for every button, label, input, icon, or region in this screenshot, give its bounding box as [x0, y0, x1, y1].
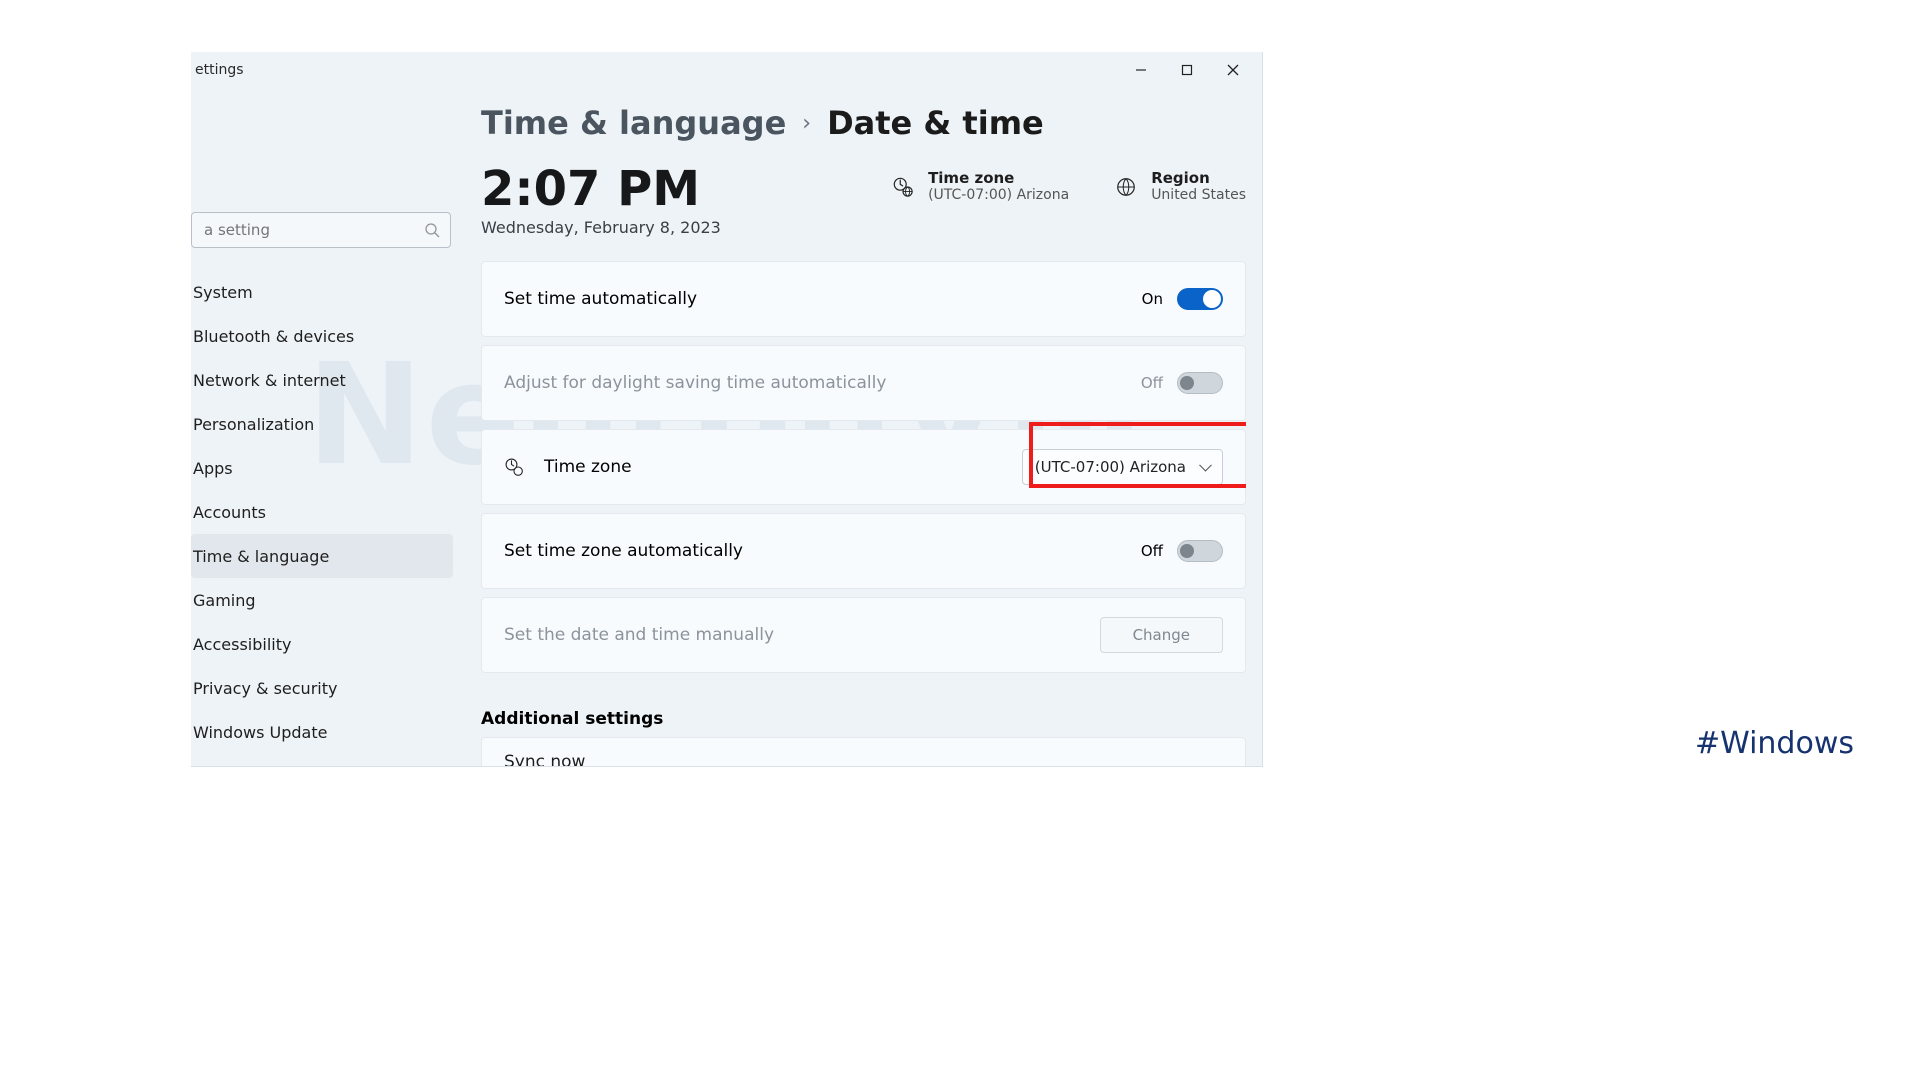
- timezone-pill-value: (UTC-07:00) Arizona: [928, 187, 1069, 203]
- sidebar-item-personalization[interactable]: Personalization: [191, 402, 453, 446]
- sidebar-item-bluetooth[interactable]: Bluetooth & devices: [191, 314, 453, 358]
- summary-pills: Time zone (UTC-07:00) Arizona Region Uni…: [892, 170, 1246, 203]
- additional-settings-title: Additional settings: [481, 709, 1246, 729]
- toggle-state: On: [1142, 290, 1163, 308]
- breadcrumb-parent[interactable]: Time & language: [481, 104, 786, 142]
- timezone-pill[interactable]: Time zone (UTC-07:00) Arizona: [892, 170, 1069, 203]
- close-button[interactable]: [1210, 53, 1256, 87]
- row-timezone: Time zone (UTC-07:00) Arizona: [481, 429, 1246, 505]
- row-set-manual: Set the date and time manually Change: [481, 597, 1246, 673]
- window-controls: [1118, 53, 1256, 87]
- row-set-tz-auto: Set time zone automatically Off: [481, 513, 1246, 589]
- search-box[interactable]: [191, 212, 451, 248]
- sidebar-item-update[interactable]: Windows Update: [191, 710, 453, 754]
- current-date: Wednesday, February 8, 2023: [481, 218, 721, 237]
- maximize-icon: [1181, 64, 1193, 76]
- sidebar-item-gaming[interactable]: Gaming: [191, 578, 453, 622]
- sidebar: System Bluetooth & devices Network & int…: [191, 88, 457, 766]
- change-button: Change: [1100, 617, 1223, 653]
- row-label: Adjust for daylight saving time automati…: [504, 373, 886, 393]
- search-input[interactable]: [202, 220, 424, 240]
- window-titlebar: ettings: [191, 52, 1262, 88]
- sidebar-nav: System Bluetooth & devices Network & int…: [191, 270, 453, 754]
- row-label: Set the date and time manually: [504, 625, 774, 645]
- sidebar-item-network[interactable]: Network & internet: [191, 358, 453, 402]
- region-pill[interactable]: Region United States: [1115, 170, 1246, 203]
- breadcrumb-current: Date & time: [827, 104, 1044, 142]
- breadcrumb: Time & language › Date & time: [481, 104, 1246, 142]
- clock-block: 2:07 PM Wednesday, February 8, 2023: [481, 164, 721, 237]
- search-icon: [424, 222, 440, 238]
- clock-globe-icon: [892, 176, 914, 198]
- sidebar-item-privacy[interactable]: Privacy & security: [191, 666, 453, 710]
- window-title: ettings: [195, 62, 244, 78]
- timezone-select-value: (UTC-07:00) Arizona: [1035, 458, 1186, 476]
- row-sync-now: Sync now: [481, 737, 1246, 766]
- row-dst-auto: Adjust for daylight saving time automati…: [481, 345, 1246, 421]
- row-label: Sync now: [504, 752, 585, 766]
- clock-globe-icon: [504, 457, 524, 477]
- settings-window: NeuronVM ettings: [191, 52, 1263, 767]
- toggle-set-tz-auto[interactable]: [1177, 540, 1223, 562]
- sidebar-item-time-language[interactable]: Time & language: [191, 534, 453, 578]
- row-label: Set time zone automatically: [504, 541, 743, 561]
- minimize-button[interactable]: [1118, 53, 1164, 87]
- sidebar-item-system[interactable]: System: [191, 270, 453, 314]
- sidebar-item-apps[interactable]: Apps: [191, 446, 453, 490]
- row-set-time-auto: Set time automatically On: [481, 261, 1246, 337]
- sidebar-item-accessibility[interactable]: Accessibility: [191, 622, 453, 666]
- globe-icon: [1115, 176, 1137, 198]
- row-label: Time zone: [544, 457, 632, 477]
- main-content: Time & language › Date & time 2:07 PM We…: [481, 96, 1246, 766]
- settings-list: Set time automatically On Adjust for day…: [481, 261, 1246, 681]
- timezone-select[interactable]: (UTC-07:00) Arizona: [1022, 449, 1223, 485]
- toggle-state: Off: [1141, 374, 1163, 392]
- hashtag-label: #Windows: [1695, 726, 1854, 761]
- close-icon: [1227, 64, 1239, 76]
- maximize-button[interactable]: [1164, 53, 1210, 87]
- sidebar-item-accounts[interactable]: Accounts: [191, 490, 453, 534]
- toggle-set-time-auto[interactable]: [1177, 288, 1223, 310]
- current-time: 2:07 PM: [481, 164, 721, 214]
- region-pill-label: Region: [1151, 170, 1246, 187]
- toggle-state: Off: [1141, 542, 1163, 560]
- region-pill-value: United States: [1151, 187, 1246, 203]
- chevron-right-icon: ›: [802, 111, 811, 136]
- hero-row: 2:07 PM Wednesday, February 8, 2023 Time…: [481, 164, 1246, 237]
- toggle-dst-auto: [1177, 372, 1223, 394]
- timezone-pill-label: Time zone: [928, 170, 1069, 187]
- row-label: Set time automatically: [504, 289, 697, 309]
- minimize-icon: [1135, 64, 1147, 76]
